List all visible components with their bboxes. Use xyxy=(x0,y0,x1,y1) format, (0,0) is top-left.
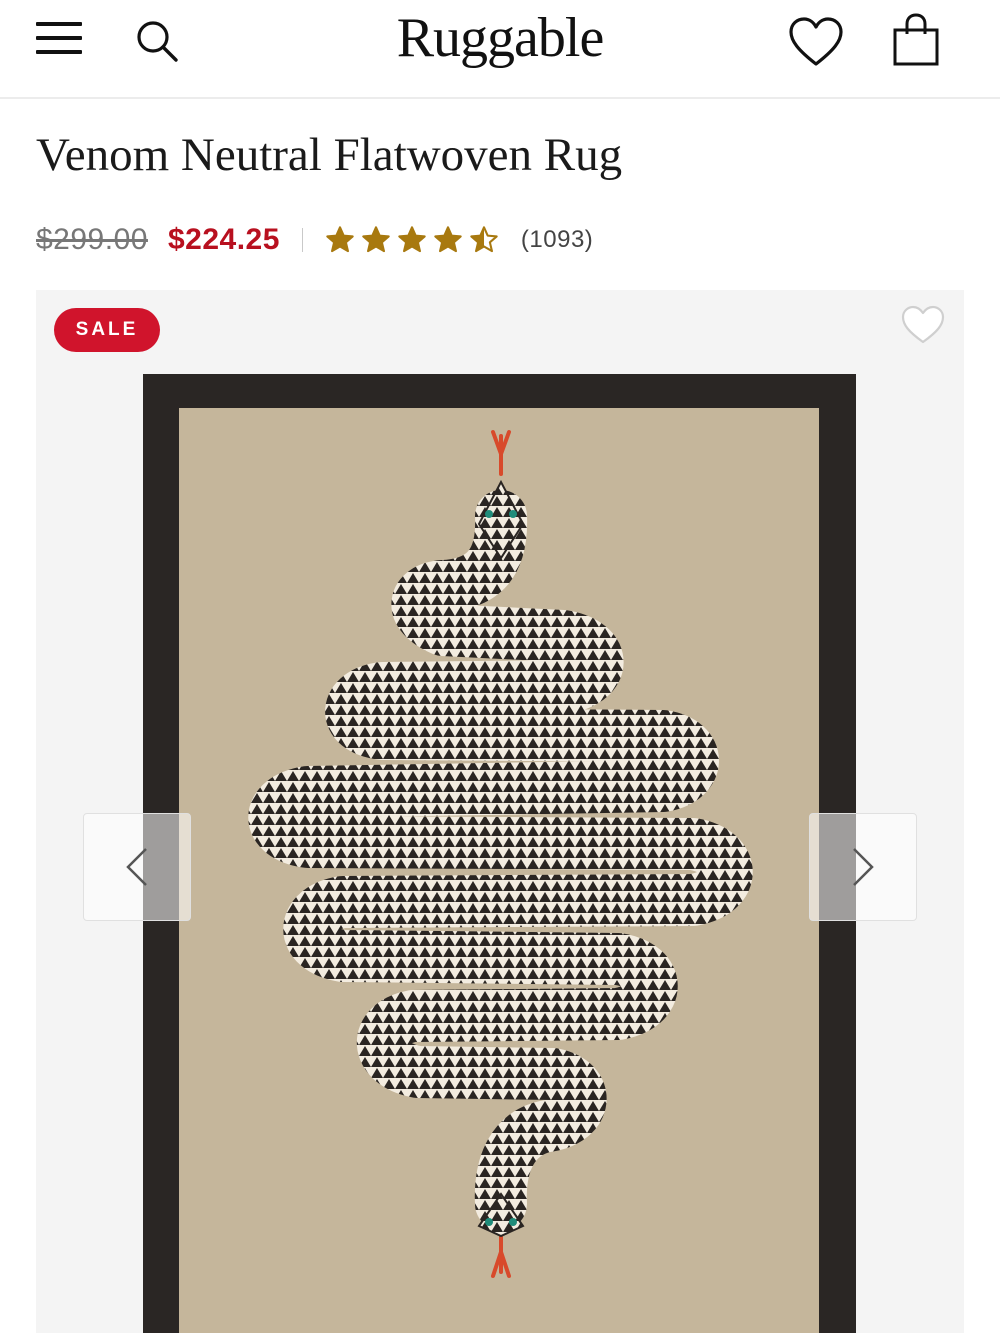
menu-bar xyxy=(36,50,82,54)
star-full-icon xyxy=(398,226,426,253)
product-title: Venom Neutral Flatwoven Rug xyxy=(36,129,623,181)
star-full-icon xyxy=(326,226,354,253)
divider xyxy=(301,228,303,252)
snake-eye xyxy=(509,510,517,518)
review-count[interactable]: (1093) xyxy=(521,226,593,254)
star-full-icon xyxy=(362,226,390,253)
sale-price: $224.25 xyxy=(167,223,280,256)
chevron-left-icon xyxy=(126,848,147,886)
star-rating[interactable] xyxy=(325,225,499,255)
hamburger-menu-icon[interactable] xyxy=(36,20,82,56)
star-full-icon xyxy=(434,226,462,253)
snake-eye xyxy=(485,1218,493,1226)
sale-badge: SALE xyxy=(54,308,160,352)
product-image-gallery[interactable]: SALE xyxy=(36,290,964,1333)
site-header: Ruggable xyxy=(0,0,1000,99)
snake-eye xyxy=(485,510,493,518)
menu-bar xyxy=(36,22,82,26)
snake-eye xyxy=(509,1218,517,1226)
prev-image-button[interactable] xyxy=(83,813,191,921)
heart-icon[interactable] xyxy=(786,14,846,70)
original-price: $299.00 xyxy=(36,223,148,256)
chevron-right-icon xyxy=(853,848,874,886)
product-image-rug xyxy=(143,374,856,1333)
site-logo[interactable]: Ruggable xyxy=(300,6,700,70)
next-image-button[interactable] xyxy=(809,813,917,921)
price-rating-row: $299.00 $224.25 (1093) xyxy=(36,218,593,262)
favorite-heart-icon[interactable] xyxy=(900,304,946,346)
search-icon[interactable] xyxy=(132,16,182,66)
star-half-icon xyxy=(470,226,498,253)
shopping-bag-icon[interactable] xyxy=(888,10,944,70)
menu-bar xyxy=(36,36,82,40)
